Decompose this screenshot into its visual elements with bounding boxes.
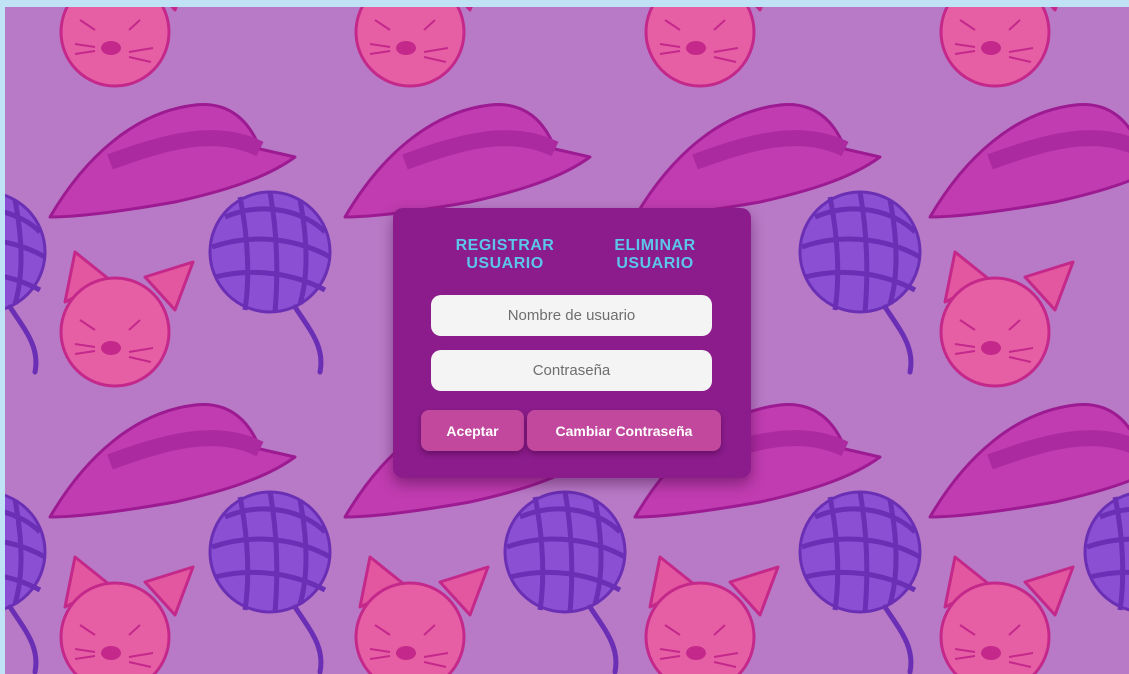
tab-register-user[interactable]: REGISTRAR USUARIO [440,237,570,273]
password-input[interactable] [431,350,712,391]
username-input[interactable] [431,295,712,336]
page-background: REGISTRAR USUARIO ELIMINAR USUARIO Acept… [5,7,1129,674]
login-panel: REGISTRAR USUARIO ELIMINAR USUARIO Acept… [393,208,751,478]
accept-button[interactable]: Aceptar [421,410,524,451]
tab-delete-user[interactable]: ELIMINAR USUARIO [590,237,720,273]
change-password-button[interactable]: Cambiar Contraseña [527,410,721,451]
